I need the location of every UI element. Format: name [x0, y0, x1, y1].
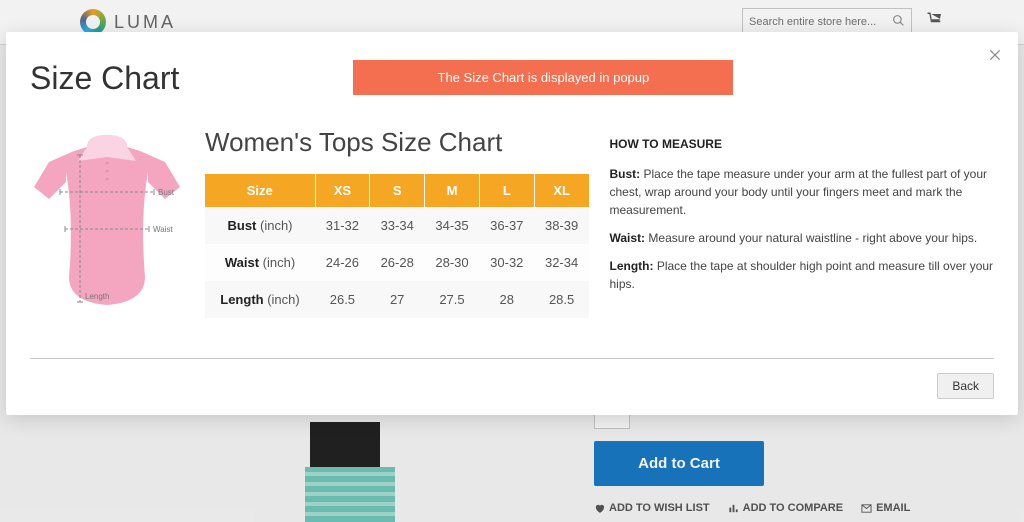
shirt-diagram: Bust Waist Length [30, 127, 185, 317]
table-row: Waist (inch) 24-26 26-28 28-30 30-32 32-… [205, 244, 589, 281]
diagram-waist-label: Waist [153, 225, 173, 234]
th-size: Size [205, 174, 315, 207]
close-button[interactable] [988, 46, 1002, 67]
th-m: M [425, 174, 480, 207]
how-to-measure: HOW TO MEASURE Bust: Place the tape meas… [610, 127, 995, 303]
size-table: Size XS S M L XL Bust (inch) 31-32 33-34… [205, 174, 590, 318]
measure-title: HOW TO MEASURE [610, 135, 995, 153]
close-icon [988, 48, 1002, 62]
th-s: S [370, 174, 425, 207]
th-xl: XL [534, 174, 589, 207]
table-row: Length (inch) 26.5 27 27.5 28 28.5 [205, 281, 589, 318]
th-xs: XS [315, 174, 370, 207]
modal-title: Size Chart [30, 60, 179, 97]
diagram-bust-label: Bust [158, 188, 175, 197]
size-chart-modal: Size Chart The Size Chart is displayed i… [6, 32, 1018, 415]
table-row: Bust (inch) 31-32 33-34 34-35 36-37 38-3… [205, 207, 589, 244]
th-l: L [479, 174, 534, 207]
back-button[interactable]: Back [937, 373, 994, 399]
chart-title: Women's Tops Size Chart [205, 127, 590, 158]
popup-banner: The Size Chart is displayed in popup [353, 60, 733, 95]
diagram-length-label: Length [85, 292, 109, 301]
